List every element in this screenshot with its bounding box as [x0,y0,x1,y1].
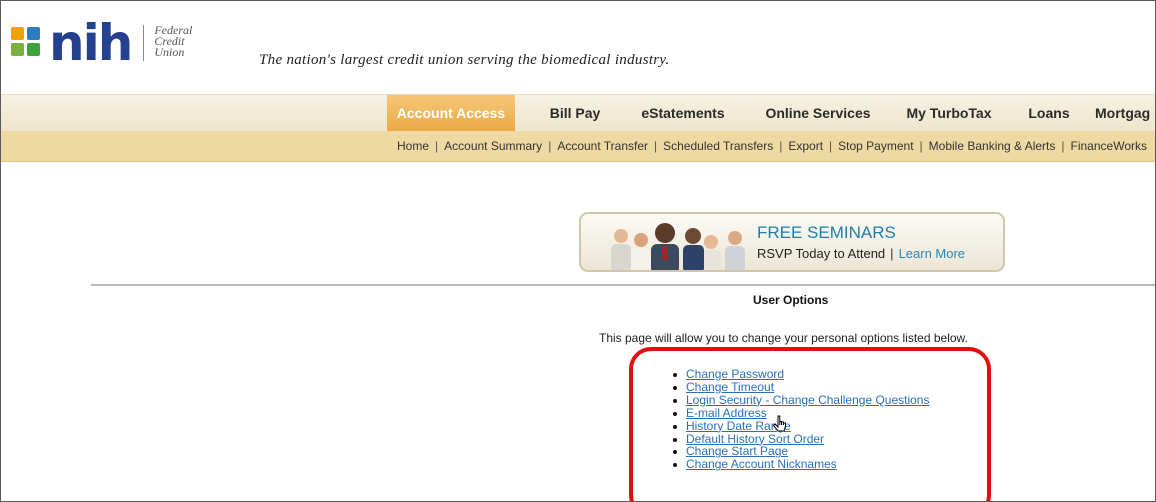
subnav-account-summary[interactable]: Account Summary [444,139,542,153]
logo-wordmark: nih [49,14,133,72]
content-divider [91,284,1155,286]
subnav-stop-payment[interactable]: Stop Payment [838,139,913,153]
browser-viewport: nih Federal Credit Union The nation's la… [0,0,1156,502]
banner-subtitle: RSVP Today to Attend [757,246,886,261]
subnav-export[interactable]: Export [788,139,823,153]
sub-nav: Home | Account Summary | Account Transfer | Sc… [1,131,1155,162]
people-group-image [611,223,745,270]
highlight-annotation [629,347,991,501]
tagline: The nation's largest credit union servin… [259,52,670,68]
logo-subtext: Federal Credit Union [154,23,193,59]
mouse-pointer-icon [772,415,786,432]
nav-estatements[interactable]: eStatements [627,95,739,131]
subnav-scheduled-transfers[interactable]: Scheduled Transfers [663,139,773,153]
nav-my-turbotax[interactable]: My TurboTax [893,95,1005,131]
logo-squares-icon [11,27,43,61]
page-title: User Options [753,293,829,307]
subnav-account-transfer[interactable]: Account Transfer [557,139,648,153]
learn-more-link[interactable]: Learn More [899,246,965,261]
subnav-mobile-banking[interactable]: Mobile Banking & Alerts [929,139,1056,153]
nav-loans[interactable]: Loans [1017,95,1081,131]
free-seminars-banner[interactable]: FREE SEMINARS RSVP Today to Attend | Learn… [579,212,1005,272]
logo-divider [143,25,145,61]
nav-bill-pay[interactable]: Bill Pay [535,95,615,131]
nav-mortgage[interactable]: Mortgag [1095,95,1155,131]
subnav-home[interactable]: Home [397,139,429,153]
nav-account-access[interactable]: Account Access [387,95,515,131]
sub-nav-links: Home | Account Summary | Account Transfer | Sc… [397,139,1147,153]
subnav-financeworks[interactable]: FinanceWorks [1071,139,1147,153]
banner-title: FREE SEMINARS [757,223,896,242]
intro-text: This page will allow you to change your … [599,331,968,345]
nav-online-services[interactable]: Online Services [753,95,883,131]
banner-subtitle-row: RSVP Today to Attend | Learn More [757,246,966,261]
nih-fcu-logo[interactable]: nih Federal Credit Union [11,14,193,72]
main-nav: Account Access Bill Pay eStatements Onli… [1,94,1155,132]
